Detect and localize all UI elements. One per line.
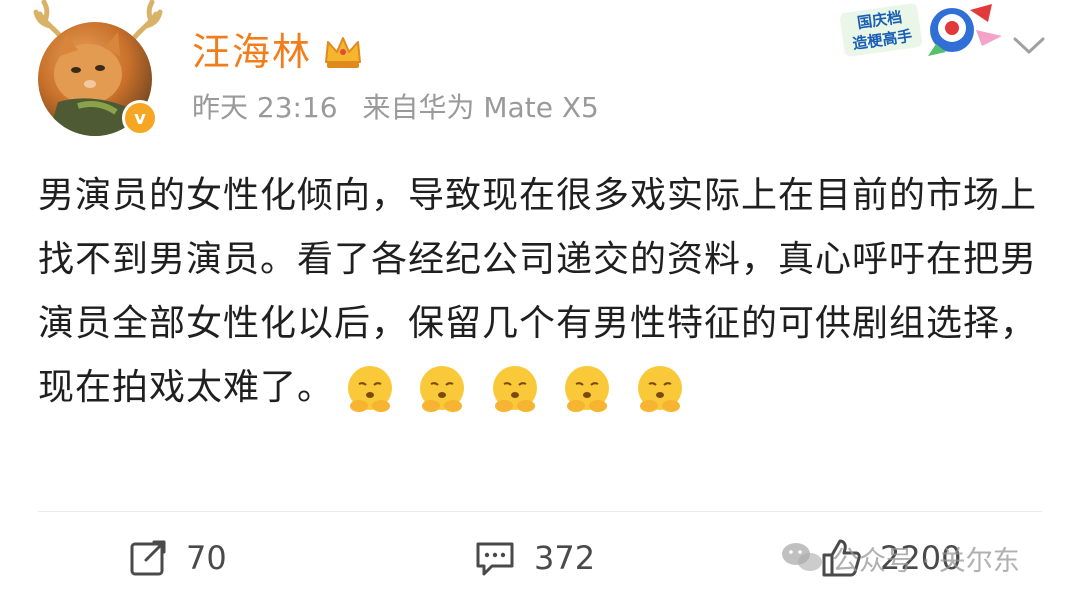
wechat-icon: [782, 543, 822, 571]
post-meta: 昨天 23:16 来自华为 Mate X5: [192, 88, 615, 128]
thumbs-up-icon: [822, 539, 861, 577]
mascot-icon: [928, 4, 1002, 56]
pleading-face-emoji: [565, 366, 610, 412]
username[interactable]: 汪海林: [192, 28, 312, 76]
comment-button[interactable]: 372: [474, 532, 595, 584]
like-button[interactable]: 2200: [820, 532, 961, 584]
pleading-face-emoji: [348, 366, 393, 412]
post-time: 昨天 23:16: [192, 91, 338, 124]
comment-count: 372: [534, 539, 596, 577]
repost-icon: [130, 540, 166, 576]
pleading-face-emoji: [637, 366, 682, 412]
comment-icon: [476, 542, 514, 576]
post-content: 男演员的女性化倾向，导致现在很多戏实际上在目前的市场上找不到男演员。看了各经纪公…: [38, 164, 1048, 421]
repost-count: 70: [186, 539, 227, 577]
repost-button[interactable]: 70: [128, 532, 227, 584]
emoji-row: [344, 357, 694, 421]
chevron-down-icon[interactable]: [1012, 36, 1046, 56]
like-count: 2200: [880, 539, 962, 577]
event-badge-label: 国庆档 造梗高手: [839, 2, 923, 58]
event-badge[interactable]: 国庆档 造梗高手: [830, 0, 1005, 60]
crown-icon[interactable]: [322, 32, 364, 70]
divider: [38, 511, 1042, 512]
pleading-face-emoji: [420, 366, 465, 412]
avatar-container[interactable]: v: [28, 0, 168, 140]
post-source[interactable]: 来自华为 Mate X5: [363, 91, 599, 124]
pleading-face-emoji: [492, 366, 537, 412]
verified-badge-icon: v: [122, 100, 158, 136]
